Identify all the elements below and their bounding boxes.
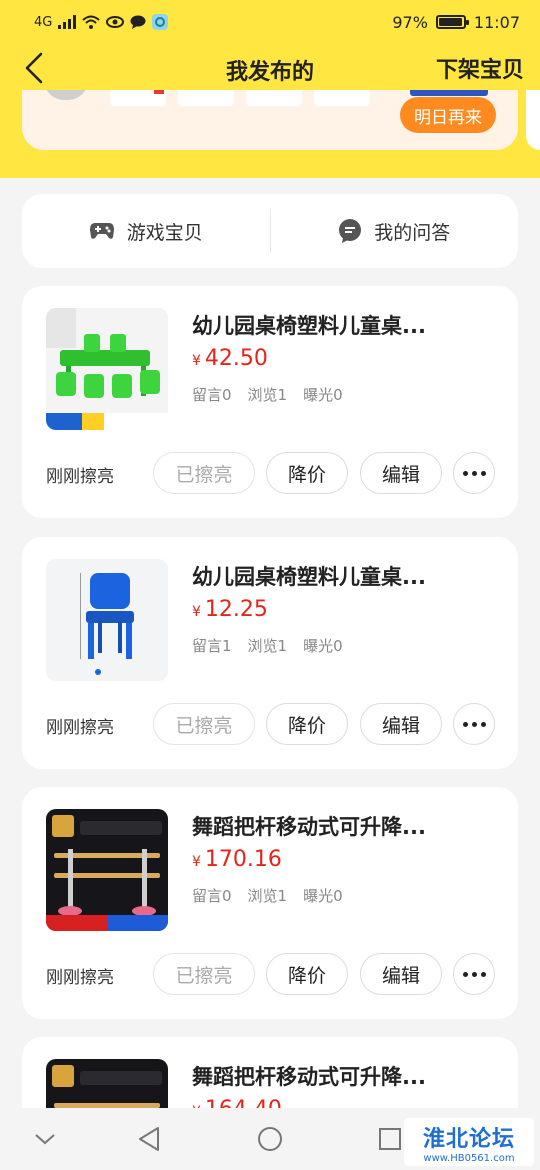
view-count: 浏览1 [247, 887, 288, 905]
item-thumbnail[interactable] [46, 308, 168, 430]
more-button[interactable] [453, 452, 495, 494]
item-title[interactable]: 舞蹈把杆移动式可升降... [192, 811, 492, 841]
come-back-tomorrow-button[interactable]: 明日再来 [400, 97, 496, 133]
polish-status: 刚刚擦亮 [46, 467, 114, 487]
chevron-down-icon [35, 1134, 55, 1145]
watermark-url: www.HB0561.com [423, 1152, 515, 1164]
battery-icon [435, 15, 469, 29]
clock: 11:07 [473, 12, 520, 32]
item-thumbnail[interactable] [46, 809, 168, 931]
listing-card[interactable]: 舞蹈把杆移动式可升降... ¥170.16 留言0 浏览1 曝光0 刚刚擦亮 已… [22, 787, 518, 1019]
polish-status: 刚刚擦亮 [46, 968, 114, 988]
day-slot-marker [154, 90, 164, 94]
battery-percent: 97% [392, 12, 428, 32]
message-icon [130, 15, 146, 29]
item-title[interactable]: 舞蹈把杆移动式可升降... [192, 1061, 492, 1091]
chat-bubble-icon [339, 219, 362, 243]
item-price: ¥42.50 [192, 346, 268, 371]
item-stats: 留言0 浏览1 曝光0 [192, 885, 343, 906]
system-recents-button[interactable] [375, 1124, 405, 1154]
price-value: 42.50 [204, 346, 268, 371]
more-dots-icon [462, 721, 486, 727]
day-slot [314, 90, 370, 106]
view-count: 浏览1 [247, 637, 288, 655]
listing-card[interactable]: 幼儿园桌椅塑料儿童桌... ¥12.25 留言1 浏览1 曝光0 刚刚擦亮 已擦… [22, 537, 518, 769]
exposure-count: 曝光0 [303, 637, 343, 655]
edit-button[interactable]: 编辑 [360, 703, 442, 745]
check-in-banner: 明日再来 [22, 90, 518, 150]
battery-fill [438, 18, 463, 26]
reduce-price-button[interactable]: 降价 [266, 452, 348, 494]
tab-label: 我的问答 [374, 221, 451, 244]
watermark-title: 淮北论坛 [422, 1126, 515, 1152]
day-slot [246, 90, 302, 106]
currency-symbol: ¥ [192, 353, 201, 369]
reward-tag [410, 90, 488, 96]
exposure-count: 曝光0 [303, 386, 343, 404]
eye-icon [106, 16, 125, 28]
comment-count: 留言0 [192, 386, 232, 404]
forum-watermark: 淮北论坛 www.HB0561.com [404, 1118, 534, 1166]
more-dots-icon [462, 470, 486, 476]
polish-button[interactable]: 已擦亮 [153, 953, 255, 995]
tab-my-qa[interactable]: 我的问答 [271, 218, 519, 245]
signal-icon [58, 15, 77, 29]
reduce-price-button[interactable]: 降价 [266, 703, 348, 745]
polish-button[interactable]: 已擦亮 [153, 452, 255, 494]
polish-button[interactable]: 已擦亮 [153, 703, 255, 745]
shortcut-tabs: 游戏宝贝 我的问答 [22, 194, 518, 268]
edit-button[interactable]: 编辑 [360, 953, 442, 995]
avatar [44, 90, 88, 100]
blue-chair-image [46, 559, 168, 681]
price-value: 12.25 [204, 597, 268, 622]
system-home-button[interactable] [255, 1124, 285, 1154]
collapse-button[interactable] [30, 1124, 60, 1154]
item-title[interactable]: 幼儿园桌椅塑料儿童桌... [192, 561, 492, 591]
side-card-edge [526, 90, 540, 150]
back-triangle-icon [139, 1127, 159, 1151]
gamepad-icon [89, 223, 114, 239]
currency-symbol: ¥ [192, 854, 201, 870]
tab-game-items[interactable]: 游戏宝贝 [22, 218, 270, 245]
item-price: ¥170.16 [192, 847, 282, 872]
delisted-items-link[interactable]: 下架宝贝 [436, 52, 524, 84]
tab-label: 游戏宝贝 [126, 221, 203, 244]
green-table-chairs-image [46, 308, 168, 430]
polish-status: 刚刚擦亮 [46, 718, 114, 738]
dance-barre-image [46, 809, 168, 931]
more-dots-icon [462, 971, 486, 977]
item-stats: 留言1 浏览1 曝光0 [192, 635, 343, 656]
item-title[interactable]: 幼儿园桌椅塑料儿童桌... [192, 310, 492, 340]
edit-button[interactable]: 编辑 [360, 452, 442, 494]
item-price: ¥12.25 [192, 597, 268, 622]
comment-count: 留言1 [192, 637, 232, 655]
view-count: 浏览1 [247, 386, 288, 404]
nav-bar: 我发布的 下架宝贝 [0, 44, 540, 94]
more-button[interactable] [453, 953, 495, 995]
app-notification-icon [152, 14, 169, 30]
wifi-icon [82, 15, 101, 29]
comment-count: 留言0 [192, 887, 232, 905]
listing-card[interactable]: 幼儿园桌椅塑料儿童桌... ¥42.50 留言0 浏览1 曝光0 刚刚擦亮 已擦… [22, 286, 518, 518]
price-value: 170.16 [204, 847, 282, 872]
day-slot [178, 90, 234, 106]
item-stats: 留言0 浏览1 曝光0 [192, 384, 343, 405]
more-button[interactable] [453, 703, 495, 745]
recents-square-icon [379, 1128, 401, 1150]
system-back-button[interactable] [134, 1124, 164, 1154]
reduce-price-button[interactable]: 降价 [266, 953, 348, 995]
currency-symbol: ¥ [192, 604, 201, 620]
status-bar: 4G 97% 11:07 [0, 0, 540, 44]
item-thumbnail[interactable] [46, 559, 168, 681]
network-type-label: 4G [34, 14, 53, 30]
home-circle-icon [258, 1127, 282, 1151]
exposure-count: 曝光0 [303, 887, 343, 905]
